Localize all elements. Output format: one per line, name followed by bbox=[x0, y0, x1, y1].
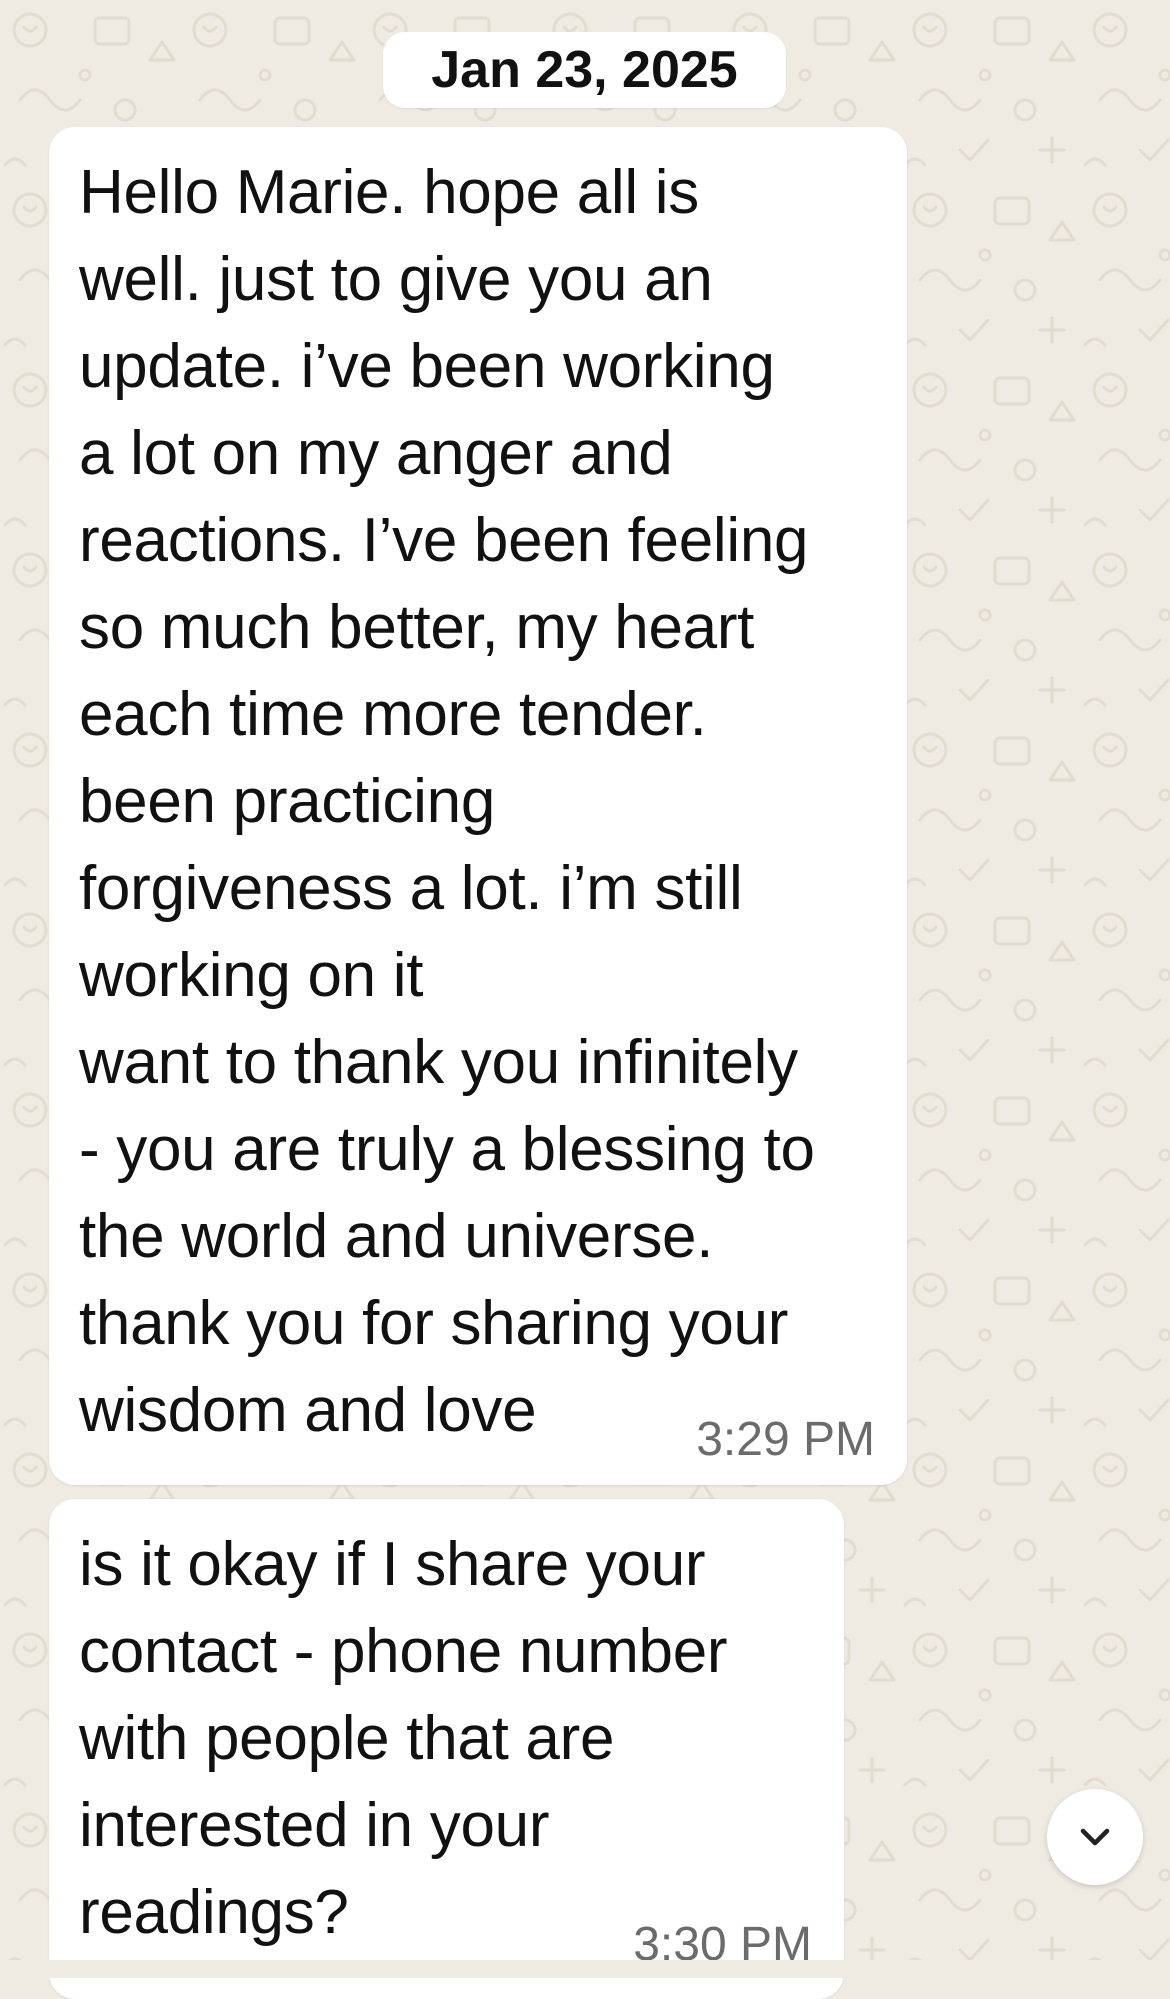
message-bubble-incoming[interactable]: is it okay if I share your contact - pho… bbox=[49, 1499, 844, 1999]
message-text: is it okay if I share your contact - pho… bbox=[79, 1530, 728, 1947]
message-timestamp: 3:29 PM bbox=[696, 1413, 875, 1466]
bottom-edge bbox=[0, 1960, 1170, 1978]
message-text: Hello Marie. hope all is well. just to g… bbox=[79, 158, 815, 1445]
message-bubble-incoming[interactable]: Hello Marie. hope all is well. just to g… bbox=[49, 127, 907, 1485]
chevron-down-icon bbox=[1080, 1828, 1110, 1846]
scroll-to-bottom-button[interactable] bbox=[1047, 1789, 1143, 1885]
date-separator: Jan 23, 2025 bbox=[383, 32, 786, 108]
